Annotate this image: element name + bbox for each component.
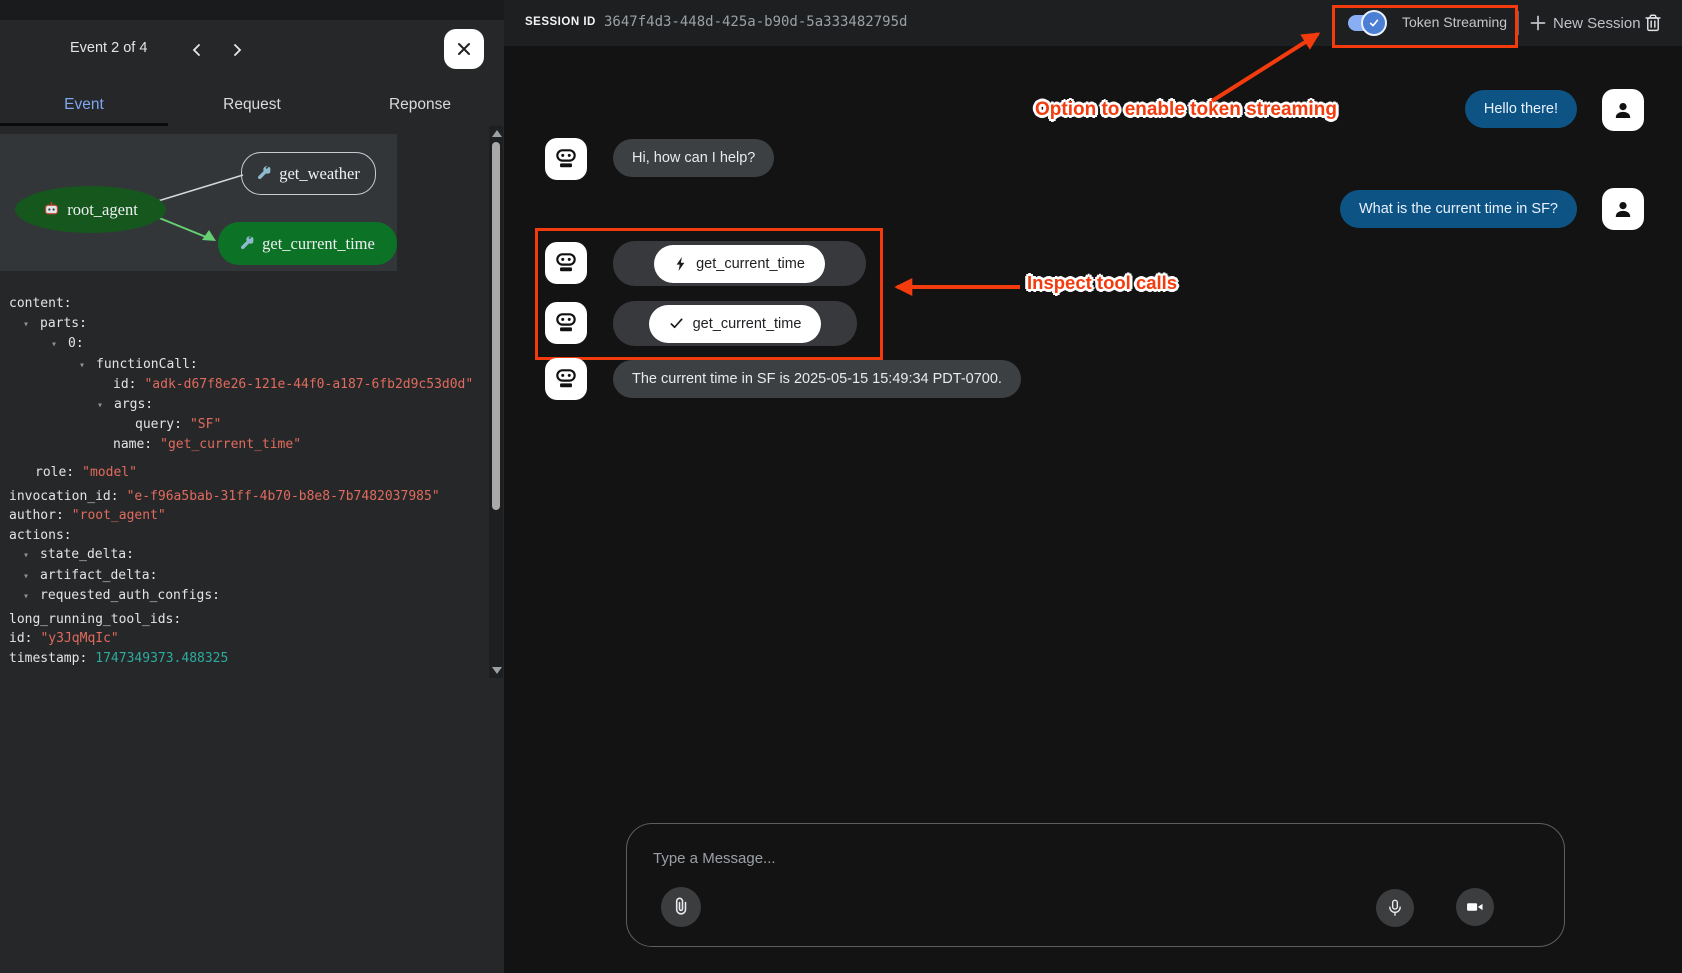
- active-tab-indicator: [0, 123, 168, 126]
- json-line: ▾artifact_delta:: [9, 566, 487, 587]
- json-line: ▾functionCall:: [9, 355, 487, 376]
- person-icon: [1611, 197, 1635, 221]
- person-icon: [1611, 98, 1635, 122]
- wrench-icon: [257, 166, 272, 181]
- event-pagination-header: Event 2 of 4: [0, 20, 504, 86]
- wrench-icon: [240, 236, 255, 251]
- graph-node-get-current-time: get_current_time: [218, 222, 397, 265]
- expand-marker-icon[interactable]: ▾: [51, 335, 68, 355]
- event-json-tree: content: ▾parts: ▾0: ▾functionCall: id:"…: [9, 294, 487, 668]
- attach-file-button[interactable]: [661, 887, 701, 927]
- user-message-bubble: What is the current time in SF?: [1340, 190, 1577, 228]
- expand-marker-icon[interactable]: ▾: [97, 396, 114, 416]
- annotation-inspect-tools: Inspect tool calls: [1027, 272, 1177, 294]
- json-line: actions:: [9, 526, 487, 546]
- scrollbar-thumb[interactable]: [492, 142, 500, 510]
- previous-event-button[interactable]: [183, 36, 211, 64]
- json-line: id:"y3JqMqIc": [9, 629, 487, 649]
- new-session-button[interactable]: New Session: [1530, 11, 1641, 35]
- microphone-icon: [1385, 898, 1405, 918]
- json-line: author:"root_agent": [9, 506, 487, 526]
- json-line: long_running_tool_ids:: [9, 610, 487, 630]
- scroll-up-arrow-icon[interactable]: [492, 130, 502, 137]
- microphone-button[interactable]: [1376, 889, 1414, 927]
- expand-marker-icon[interactable]: ▾: [23, 546, 40, 566]
- tab-request[interactable]: Request: [168, 86, 336, 124]
- session-id-label: SESSION ID: [525, 16, 596, 28]
- expand-marker-icon[interactable]: ▾: [23, 315, 40, 335]
- expand-marker-icon[interactable]: ▾: [23, 587, 40, 607]
- close-icon: [456, 41, 472, 57]
- app-window: Event 2 of 4 Event Request Reponse: [0, 0, 1682, 973]
- event-counter: Event 2 of 4: [70, 40, 147, 56]
- delete-session-button[interactable]: [1640, 10, 1666, 36]
- message-input-box: [626, 823, 1565, 947]
- topbar-divider: [1518, 11, 1519, 35]
- user-avatar: [1602, 188, 1644, 230]
- panel-top-strip: [0, 0, 504, 20]
- annotation-box-tool-calls: [535, 228, 883, 360]
- json-line: id:"adk-d67f8e26-121e-44f0-a187-6fb2d9c5…: [9, 375, 487, 395]
- videocam-icon: [1465, 897, 1485, 917]
- bot-avatar: [545, 138, 587, 180]
- graph-node-label: root_agent: [67, 200, 138, 220]
- json-line: invocation_id:"e-f96a5bab-31ff-4b70-b8e8…: [9, 487, 487, 507]
- graph-node-root-agent: root_agent: [15, 186, 166, 233]
- robot-icon: [553, 146, 579, 172]
- expand-marker-icon[interactable]: ▾: [23, 567, 40, 587]
- token-streaming-toggle[interactable]: [1348, 15, 1384, 31]
- trash-icon: [1642, 12, 1664, 34]
- bot-avatar: [545, 358, 587, 400]
- token-streaming-label: Token Streaming: [1402, 14, 1507, 30]
- tab-response[interactable]: Reponse: [336, 86, 504, 124]
- new-session-label: New Session: [1553, 15, 1641, 32]
- paperclip-icon: [670, 896, 692, 918]
- event-inspector-panel: Event 2 of 4 Event Request Reponse: [0, 20, 504, 973]
- agent-graph: get_weather root_agent get_current_time: [0, 134, 397, 271]
- json-line: content:: [9, 294, 487, 314]
- close-panel-button[interactable]: [444, 29, 484, 69]
- chevron-left-icon: [189, 42, 205, 58]
- json-line: ▾0:: [9, 334, 487, 355]
- bot-message-bubble: The current time in SF is 2025-05-15 15:…: [613, 360, 1021, 398]
- robot-icon: [43, 201, 60, 218]
- json-line: name:"get_current_time": [9, 435, 487, 455]
- video-button[interactable]: [1456, 888, 1494, 926]
- check-icon: [1368, 17, 1380, 29]
- json-line: query:"SF": [9, 415, 487, 435]
- bot-message-bubble: Hi, how can I help?: [613, 139, 774, 177]
- json-line: role:"model": [9, 463, 487, 483]
- panel-scrollbar[interactable]: [489, 126, 503, 678]
- panel-tabs: Event Request Reponse: [0, 86, 504, 124]
- user-message-bubble: Hello there!: [1465, 90, 1577, 128]
- graph-node-label: get_weather: [279, 164, 360, 184]
- message-input[interactable]: [651, 842, 1355, 874]
- graph-node-label: get_current_time: [262, 234, 375, 254]
- json-line: timestamp:1747349373.488325: [9, 649, 487, 669]
- json-line: ▾state_delta:: [9, 545, 487, 566]
- annotation-token-streaming: Option to enable token streaming: [1035, 99, 1337, 121]
- graph-node-get-weather: get_weather: [241, 152, 376, 195]
- chevron-right-icon: [229, 42, 245, 58]
- scroll-down-arrow-icon[interactable]: [492, 667, 502, 674]
- user-avatar: [1602, 89, 1644, 131]
- plus-icon: [1530, 15, 1546, 31]
- json-line: ▾args:: [9, 395, 487, 416]
- json-line: ▾parts:: [9, 314, 487, 335]
- session-topbar: SESSION ID 3647f4d3-448d-425a-b90d-5a333…: [504, 0, 1682, 46]
- json-line: ▾requested_auth_configs:: [9, 586, 487, 607]
- robot-icon: [553, 366, 579, 392]
- session-id-value: 3647f4d3-448d-425a-b90d-5a333482795d: [604, 14, 907, 30]
- tab-event[interactable]: Event: [0, 86, 168, 124]
- expand-marker-icon[interactable]: ▾: [79, 356, 96, 376]
- next-event-button[interactable]: [223, 36, 251, 64]
- toggle-thumb: [1361, 10, 1387, 36]
